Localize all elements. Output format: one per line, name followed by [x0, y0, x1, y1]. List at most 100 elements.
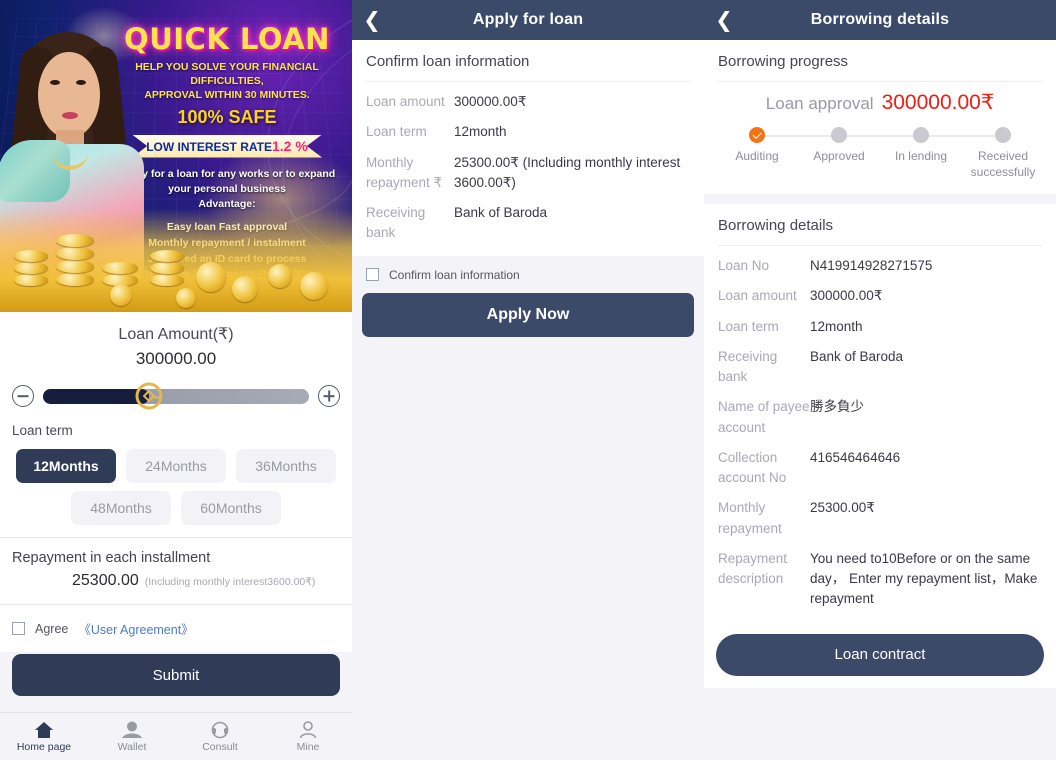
- step-auditing: Auditing: [716, 127, 798, 180]
- details-page-filler: [704, 687, 1056, 760]
- tab-home-page-label: Home page: [16, 740, 72, 753]
- borrowing-progress-title: Borrowing progress: [718, 53, 849, 70]
- banner-gold-coins: [0, 208, 352, 312]
- repayment-amount: 25300.00: [72, 572, 139, 589]
- details-row-payee-name-value: 勝多負少: [810, 399, 864, 415]
- step-in-lending: In lending: [880, 127, 962, 180]
- apply-row-monthly-repayment-key: Monthly repayment ₹: [366, 154, 443, 190]
- step-approved-label: Approved: [813, 149, 865, 163]
- borrowing-details-title: Borrowing details: [718, 217, 834, 235]
- loan-term-options-row2: 48Months 60Months: [12, 491, 340, 527]
- tab-consult[interactable]: Consult: [176, 713, 264, 760]
- apply-row-loan-amount-value: 300000.00₹: [454, 94, 527, 109]
- agreement-row: Agree 《User Agreement》: [0, 605, 352, 652]
- tab-wallet[interactable]: Wallet: [88, 713, 176, 760]
- loan-term-label: Loan term: [12, 423, 73, 438]
- person-icon: [299, 720, 317, 738]
- step-received-successfully-label: Received successfully: [970, 149, 1036, 179]
- details-row-payee-name-key: Name of payee account: [718, 399, 810, 435]
- agree-label: Agree: [35, 621, 69, 636]
- apply-page-filler: [352, 336, 704, 760]
- loan-amount-display: Loan Amount(₹) 300000.00: [0, 312, 352, 373]
- details-row-loan-no: Loan No N419914928271575: [704, 246, 1056, 281]
- term-option-36months[interactable]: 36Months: [236, 449, 336, 483]
- apply-row-loan-amount-key: Loan amount: [366, 94, 445, 109]
- apply-row-loan-term-key: Loan term: [366, 124, 427, 140]
- confirm-loan-card: Confirm loan information Loan amount 300…: [352, 40, 704, 256]
- banner-rate-text: LOW INTEREST RATE: [146, 139, 272, 154]
- tab-mine[interactable]: Mine: [264, 713, 352, 760]
- home-icon: [35, 721, 53, 738]
- details-header-title: Borrowing details: [810, 11, 950, 28]
- details-row-monthly-repayment-key: Monthly repayment: [718, 500, 782, 536]
- loan-amount-slider[interactable]: [43, 382, 309, 410]
- check-circle-icon: [749, 127, 765, 143]
- agree-checkbox[interactable]: [12, 622, 25, 635]
- details-row-loan-term-key: Loan term: [718, 318, 779, 334]
- borrowing-progress-card: Borrowing progress Loan approval 300000.0…: [704, 40, 1056, 195]
- repayment-values: 25300.00 (Including monthly interest3600.…: [12, 572, 340, 590]
- loan-approval-amount: 300000.00₹: [881, 91, 995, 114]
- tab-wallet-label: Wallet: [117, 740, 147, 753]
- term-option-60months[interactable]: 60Months: [181, 491, 281, 525]
- apply-row-monthly-repayment-value: 25300.00₹ (Including monthly interest 36…: [454, 154, 681, 190]
- details-row-monthly-repayment: Monthly repayment 25300.00₹: [704, 493, 1056, 544]
- confirm-loan-checkbox[interactable]: [366, 268, 379, 281]
- submit-button[interactable]: Submit: [12, 654, 340, 696]
- repayment-interest-note: (Including monthly interest3600.00₹): [144, 576, 316, 588]
- details-row-repayment-description-value: You need to10Before or on the same day， …: [810, 550, 1038, 607]
- details-row-receiving-bank: Receiving bank Bank of Baroda: [704, 342, 1056, 393]
- increase-amount-button[interactable]: [318, 385, 340, 407]
- loan-amount-slider-row: [0, 373, 352, 410]
- confirm-loan-checkbox-label: Confirm loan information: [389, 267, 520, 282]
- details-row-monthly-repayment-value: 25300.00₹: [810, 500, 875, 516]
- apply-row-loan-amount: Loan amount 300000.00₹: [352, 82, 704, 117]
- step-approved: Approved: [798, 127, 880, 180]
- repayment-summary: Repayment in each installment 25300.00 (I…: [0, 538, 352, 604]
- user-agreement-link[interactable]: 《User Agreement》: [78, 619, 193, 638]
- apply-row-monthly-repayment: Monthly repayment ₹ 25300.00₹ (Including…: [352, 148, 704, 199]
- details-row-loan-term-value: 12month: [810, 318, 863, 334]
- details-row-loan-amount-value: 300000.00₹: [810, 288, 883, 304]
- apply-header-title: Apply for loan: [472, 11, 584, 28]
- promo-banner: QUICK LOAN HELP YOU SOLVE YOUR FINANCIAL…: [0, 0, 352, 312]
- confirm-loan-section-title: Confirm loan information: [366, 53, 530, 70]
- details-row-loan-no-key: Loan No: [718, 258, 770, 274]
- term-option-48months[interactable]: 48Months: [71, 491, 171, 525]
- progress-stepper: Auditing Approved In lending Received su…: [716, 127, 1044, 180]
- loan-term-options-row1: 12Months 24Months 36Months: [12, 449, 340, 483]
- step-dot-icon: [913, 127, 929, 143]
- loan-term-section: Loan term 12Months 24Months 36Months 48M…: [0, 407, 352, 537]
- term-option-24months[interactable]: 24Months: [126, 449, 226, 483]
- home-screen: QUICK LOAN HELP YOU SOLVE YOUR FINANCIAL…: [0, 0, 352, 760]
- loan-amount-label: Loan Amount(₹): [118, 326, 234, 343]
- borrowing-details-card: Borrowing details Loan No N4199149282715…: [704, 204, 1056, 688]
- loan-amount-value: 300000.00: [135, 349, 217, 368]
- borrowing-details-screen: ❮ Borrowing details Borrowing progress L…: [704, 0, 1056, 760]
- confirm-checkbox-row: Confirm loan information: [352, 255, 704, 282]
- wallet-icon: [122, 721, 142, 738]
- slider-handle[interactable]: [135, 382, 163, 410]
- apply-now-button[interactable]: Apply Now: [362, 292, 694, 337]
- details-row-collection-account-value: 416546464646: [810, 449, 901, 465]
- details-row-receiving-bank-value: Bank of Baroda: [810, 348, 904, 364]
- three-screen-layout: QUICK LOAN HELP YOU SOLVE YOUR FINANCIAL…: [0, 0, 1056, 760]
- apply-row-loan-term: Loan term 12month: [352, 117, 704, 147]
- tab-home-page[interactable]: Home page: [0, 713, 88, 760]
- details-row-repayment-description-key: Repayment description: [718, 550, 788, 587]
- banner-rate-value: 1.2 %: [271, 137, 308, 154]
- tab-consult-label: Consult: [202, 740, 238, 753]
- loan-contract-button[interactable]: Loan contract: [716, 633, 1044, 676]
- term-option-12months[interactable]: 12Months: [16, 449, 116, 483]
- step-auditing-label: Auditing: [735, 149, 779, 163]
- step-dot-icon: [995, 127, 1011, 143]
- details-row-loan-amount-key: Loan amount: [718, 288, 797, 304]
- decrease-amount-button[interactable]: [12, 385, 34, 407]
- repayment-title: Repayment in each installment: [12, 550, 211, 566]
- headset-icon: [211, 721, 229, 738]
- step-received-successfully: Received successfully: [962, 127, 1044, 180]
- details-header: ❮ Borrowing details: [704, 0, 1056, 40]
- apply-row-receiving-bank-value: Bank of Baroda: [454, 205, 548, 220]
- apply-row-receiving-bank-key: Receiving bank: [366, 205, 426, 241]
- apply-row-loan-term-value: 12month: [454, 124, 507, 140]
